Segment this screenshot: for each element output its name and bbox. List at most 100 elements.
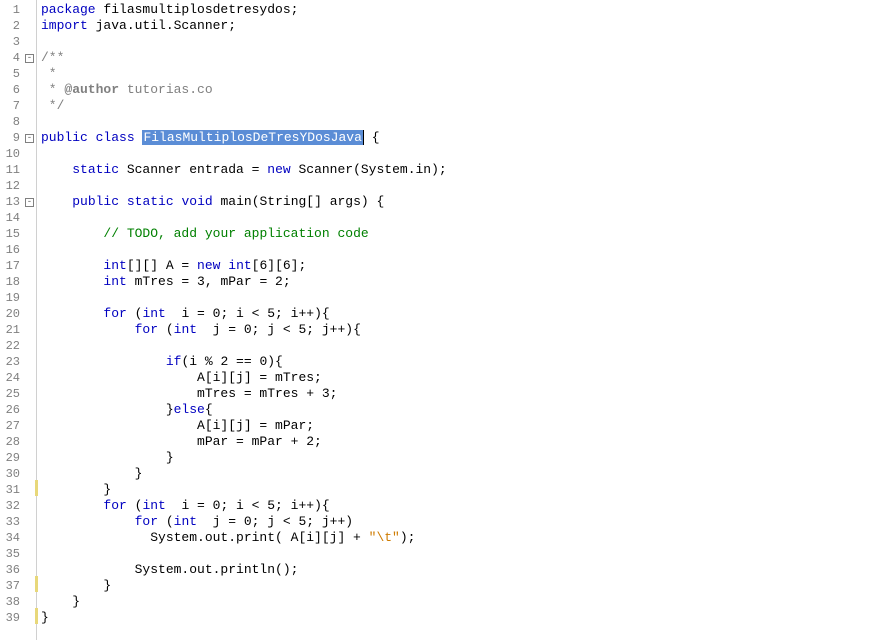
- token-kw: package: [41, 2, 96, 17]
- token: }: [41, 578, 111, 593]
- line-number: 4: [0, 50, 20, 66]
- token: A[i][j] = mTres;: [41, 370, 322, 385]
- code-line[interactable]: [41, 546, 876, 562]
- fold-column: - - -: [24, 2, 36, 638]
- code-line[interactable]: [41, 338, 876, 354]
- code-line[interactable]: }: [41, 594, 876, 610]
- line-numbers: 1234567891011121314151617181920212223242…: [0, 2, 24, 638]
- token-doc: /**: [41, 50, 64, 65]
- line-number: 21: [0, 322, 20, 338]
- code-line[interactable]: package filasmultiplosdetresydos;: [41, 2, 876, 18]
- fold-toggle-icon[interactable]: -: [25, 54, 34, 63]
- token-todo: // TODO, add your application code: [103, 226, 368, 241]
- token-kw: int: [174, 322, 197, 337]
- change-marker: [35, 608, 38, 624]
- code-line[interactable]: for (int i = 0; i < 5; i++){: [41, 306, 876, 322]
- line-number: 17: [0, 258, 20, 274]
- fold-toggle-icon[interactable]: -: [25, 198, 34, 207]
- code-line[interactable]: }: [41, 450, 876, 466]
- code-line[interactable]: }: [41, 610, 876, 626]
- code-line[interactable]: for (int j = 0; j < 5; j++): [41, 514, 876, 530]
- code-line[interactable]: public class FilasMultiplosDeTresYDosJav…: [41, 130, 876, 146]
- code-line[interactable]: A[i][j] = mPar;: [41, 418, 876, 434]
- code-line[interactable]: *: [41, 66, 876, 82]
- token-kw: for: [135, 514, 158, 529]
- token: (: [127, 498, 143, 513]
- token: (i % 2 == 0){: [181, 354, 282, 369]
- line-number: 27: [0, 418, 20, 434]
- code-line[interactable]: * @author tutorias.co: [41, 82, 876, 98]
- token-kw: new: [267, 162, 290, 177]
- token-doc: */: [41, 98, 64, 113]
- token: filasmultiplosdetresydos;: [96, 2, 299, 17]
- line-number: 38: [0, 594, 20, 610]
- code-line[interactable]: }: [41, 466, 876, 482]
- token: (: [158, 514, 174, 529]
- token-kw: for: [135, 322, 158, 337]
- code-line[interactable]: [41, 178, 876, 194]
- code-line[interactable]: [41, 290, 876, 306]
- token: [41, 274, 103, 289]
- code-line[interactable]: }else{: [41, 402, 876, 418]
- code-line[interactable]: }: [41, 578, 876, 594]
- token-kw: int: [174, 514, 197, 529]
- code-line[interactable]: public static void main(String[] args) {: [41, 194, 876, 210]
- token-doctag: @author: [64, 82, 119, 97]
- code-line[interactable]: int mTres = 3, mPar = 2;: [41, 274, 876, 290]
- token: mTres = 3, mPar = 2;: [127, 274, 291, 289]
- token: );: [400, 530, 416, 545]
- code-line[interactable]: */: [41, 98, 876, 114]
- code-line[interactable]: mTres = mTres + 3;: [41, 386, 876, 402]
- code-line[interactable]: A[i][j] = mTres;: [41, 370, 876, 386]
- line-number: 2: [0, 18, 20, 34]
- token: [41, 258, 103, 273]
- token: [41, 226, 103, 241]
- code-line[interactable]: [41, 210, 876, 226]
- code-line[interactable]: System.out.println();: [41, 562, 876, 578]
- code-editor[interactable]: package filasmultiplosdetresydos;import …: [37, 0, 880, 640]
- code-line[interactable]: for (int j = 0; j < 5; j++){: [41, 322, 876, 338]
- line-number: 29: [0, 450, 20, 466]
- line-number: 33: [0, 514, 20, 530]
- code-line[interactable]: int[][] A = new int[6][6];: [41, 258, 876, 274]
- code-line[interactable]: for (int i = 0; i < 5; i++){: [41, 498, 876, 514]
- code-line[interactable]: import java.util.Scanner;: [41, 18, 876, 34]
- line-number: 12: [0, 178, 20, 194]
- token-kw: for: [103, 498, 126, 513]
- code-line[interactable]: mPar = mPar + 2;: [41, 434, 876, 450]
- line-number: 1: [0, 2, 20, 18]
- line-number: 14: [0, 210, 20, 226]
- token: [6][6];: [252, 258, 307, 273]
- code-line[interactable]: /**: [41, 50, 876, 66]
- token: }: [41, 482, 111, 497]
- token: }: [41, 466, 142, 481]
- code-line[interactable]: // TODO, add your application code: [41, 226, 876, 242]
- token-kw: int: [103, 274, 126, 289]
- code-line[interactable]: static Scanner entrada = new Scanner(Sys…: [41, 162, 876, 178]
- code-line[interactable]: if(i % 2 == 0){: [41, 354, 876, 370]
- line-number: 18: [0, 274, 20, 290]
- token: (: [158, 322, 174, 337]
- token: [41, 354, 166, 369]
- fold-toggle-icon[interactable]: -: [25, 134, 34, 143]
- token-kw: int: [228, 258, 251, 273]
- token: [41, 306, 103, 321]
- code-line[interactable]: System.out.print( A[i][j] + "\t");: [41, 530, 876, 546]
- token-kw: int: [142, 306, 165, 321]
- code-line[interactable]: [41, 114, 876, 130]
- token: (: [127, 306, 143, 321]
- token-kw: for: [103, 306, 126, 321]
- code-line[interactable]: [41, 242, 876, 258]
- code-line[interactable]: }: [41, 482, 876, 498]
- line-number: 3: [0, 34, 20, 50]
- line-number: 7: [0, 98, 20, 114]
- token: {: [205, 402, 213, 417]
- code-line[interactable]: [41, 146, 876, 162]
- change-marker: [35, 576, 38, 592]
- token: System.out.print( A[i][j] +: [41, 530, 369, 545]
- token-doc: *: [41, 82, 64, 97]
- code-line[interactable]: [41, 34, 876, 50]
- line-number: 16: [0, 242, 20, 258]
- token: main(String[] args) {: [213, 194, 385, 209]
- token-kw: import: [41, 18, 88, 33]
